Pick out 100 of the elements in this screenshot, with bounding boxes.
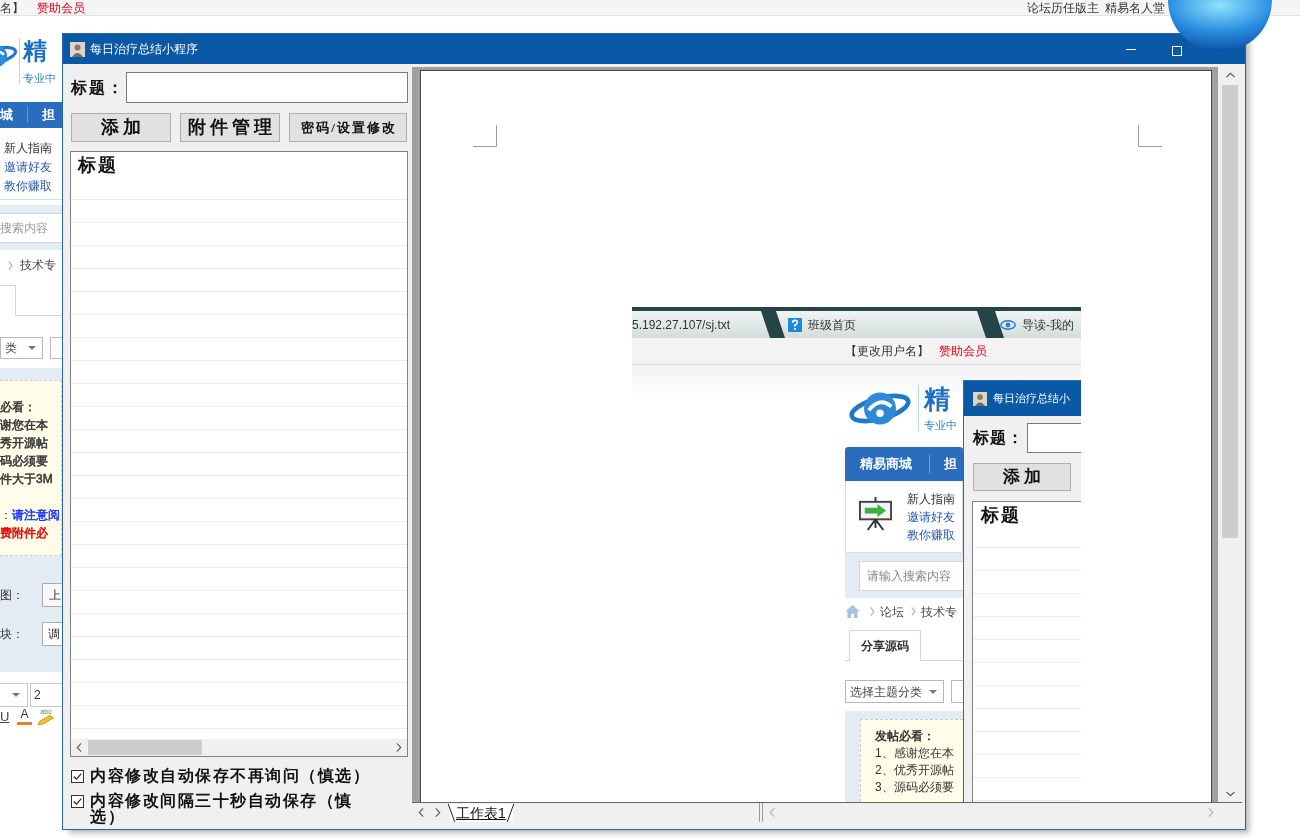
notice-line: 2、优秀开源帖 xyxy=(875,762,954,779)
title-list[interactable]: 标题 xyxy=(972,501,1081,802)
scrollbar-thumb[interactable] xyxy=(88,740,202,755)
select-field[interactable] xyxy=(951,680,963,703)
guide-link[interactable]: 教你赚取 xyxy=(4,177,52,196)
checkmark-icon xyxy=(73,798,82,805)
header-link[interactable]: 精易名人堂 xyxy=(1105,0,1165,15)
chevron-right-icon xyxy=(911,607,916,616)
eye-icon xyxy=(1000,319,1016,330)
chevron-up-icon[interactable] xyxy=(1225,72,1235,78)
guide-link[interactable]: 邀请好友 xyxy=(4,158,52,177)
user-silhouette-icon xyxy=(973,391,987,406)
nav-item[interactable]: 精易商城 xyxy=(860,457,912,471)
user-link[interactable]: 【更改用户名】 xyxy=(845,344,929,358)
attachment-button[interactable]: 附件管理 xyxy=(180,113,280,142)
browser-tab-title: 班级首页 xyxy=(808,317,856,332)
help-icon xyxy=(788,317,802,332)
notice-line: 件大于3M xyxy=(0,471,53,488)
font-select[interactable] xyxy=(0,683,28,707)
user-link[interactable]: 赞助会员 xyxy=(37,0,85,15)
home-icon[interactable] xyxy=(845,605,860,618)
search-field[interactable]: 请输入搜索内容 xyxy=(859,561,963,591)
browser-tab[interactable]: 5.192.27.107/sj.txt xyxy=(632,311,770,338)
horizontal-scrollbar[interactable] xyxy=(71,739,407,756)
user-silhouette-icon xyxy=(70,41,85,57)
browser-tab-title: 5.192.27.107/sj.txt xyxy=(632,317,731,332)
breadcrumb-link[interactable]: 技术专 xyxy=(20,258,56,272)
chevron-right-icon xyxy=(870,607,875,616)
category-select[interactable]: 类 xyxy=(0,337,43,359)
notice-line: 3、源码必须要 xyxy=(875,779,954,796)
form-label: 图： xyxy=(0,588,25,602)
forum-tab[interactable]: 分享源码 xyxy=(849,630,921,661)
title-input[interactable] xyxy=(126,72,408,103)
nav-item[interactable]: 担 xyxy=(42,108,55,122)
chevron-right-icon[interactable] xyxy=(396,743,402,752)
list-item[interactable]: 标题 xyxy=(973,502,1081,548)
add-button[interactable]: 添加 xyxy=(973,463,1071,491)
search-field[interactable]: 搜索内容 xyxy=(0,213,62,243)
corner-mark-icon xyxy=(1138,125,1162,147)
notice-title: 必看： xyxy=(0,399,36,416)
option-label: 内容修改自动保存不再询问（慎选） xyxy=(90,768,371,784)
browser-tab[interactable]: 导读-我的 xyxy=(995,311,1081,338)
forum-tab[interactable] xyxy=(0,285,16,316)
list-item[interactable]: 标题 xyxy=(71,152,407,200)
chevron-left-icon[interactable] xyxy=(76,743,82,752)
guide-link[interactable]: 教你赚取 xyxy=(907,526,955,544)
guide-title: 新人指南 xyxy=(4,140,52,157)
category-select[interactable]: 选择主题分类 xyxy=(845,680,944,703)
notice-line: 码必须要 xyxy=(0,453,48,470)
maximize-icon xyxy=(1172,46,1182,56)
settings-button[interactable]: 密码/设置修改 xyxy=(289,113,407,142)
notice-link[interactable]: 费附件必 xyxy=(0,524,48,542)
notice-link[interactable]: 请注意阅 xyxy=(12,506,60,524)
caret-down-icon xyxy=(28,346,36,350)
title-list[interactable]: 标题 xyxy=(70,151,408,757)
font-size-field[interactable]: 2 xyxy=(30,683,62,707)
form-label: 块： xyxy=(0,627,25,641)
user-link[interactable]: 赞助会员 xyxy=(939,344,987,358)
select-field[interactable] xyxy=(50,337,62,359)
option-label: 内容修改间隔三十秒自动保存（慎选） xyxy=(90,793,354,825)
user-link[interactable]: 名】 xyxy=(0,0,24,15)
notice-title: 发帖必看： xyxy=(875,728,935,745)
checkbox[interactable] xyxy=(71,795,84,808)
font-color-button[interactable]: A xyxy=(17,708,32,725)
underline-button[interactable]: U xyxy=(0,709,9,724)
chevron-left-icon[interactable] xyxy=(418,808,424,817)
notice-line: 秀开源帖 xyxy=(0,435,48,452)
caret-down-icon xyxy=(929,689,937,694)
nav-item[interactable]: 城 xyxy=(0,108,13,122)
breadcrumb-link[interactable]: 论坛 xyxy=(880,604,904,619)
logo-tagline: 专业中 xyxy=(23,72,56,84)
checkmark-icon xyxy=(73,773,82,780)
chevron-right-icon[interactable] xyxy=(435,808,441,817)
title-input[interactable] xyxy=(1027,423,1081,453)
scrollbar-thumb[interactable] xyxy=(1222,85,1238,538)
guide-title: 新人指南 xyxy=(907,491,955,508)
chevron-down-icon[interactable] xyxy=(1225,791,1235,797)
sheet-tab[interactable]: 工作表1 xyxy=(449,803,513,822)
notice-line: 1、感谢您在本 xyxy=(875,745,954,762)
notice-line: 谢您在本 xyxy=(0,417,48,434)
add-button[interactable]: 添加 xyxy=(71,113,171,142)
breadcrumb-link[interactable]: 技术专 xyxy=(921,604,957,619)
guide-link[interactable]: 邀请好友 xyxy=(907,508,955,526)
checkbox[interactable] xyxy=(71,770,84,783)
maximize-button[interactable] xyxy=(1170,44,1184,58)
window-title: 每日治疗总结小 xyxy=(993,392,1070,405)
input-field[interactable]: 调 xyxy=(42,622,62,646)
logo-text: 精 xyxy=(924,385,950,413)
logo-tagline: 专业中 xyxy=(924,419,957,431)
presentation-board-icon xyxy=(858,496,893,531)
notice-label: ： xyxy=(0,507,12,524)
browser-tab[interactable]: 班级首页 xyxy=(776,311,986,338)
nav-item[interactable]: 担 xyxy=(944,457,957,471)
logo-text: 精 xyxy=(23,38,47,64)
title-label: 标题： xyxy=(70,77,126,98)
browser-tab-title: 导读-我的 xyxy=(1022,317,1074,332)
form-button[interactable]: 上 xyxy=(42,583,62,607)
header-link[interactable]: 论坛历任版主 xyxy=(1027,0,1099,15)
minimize-icon xyxy=(1126,48,1136,50)
window-title: 每日治疗总结小程序 xyxy=(90,42,198,56)
